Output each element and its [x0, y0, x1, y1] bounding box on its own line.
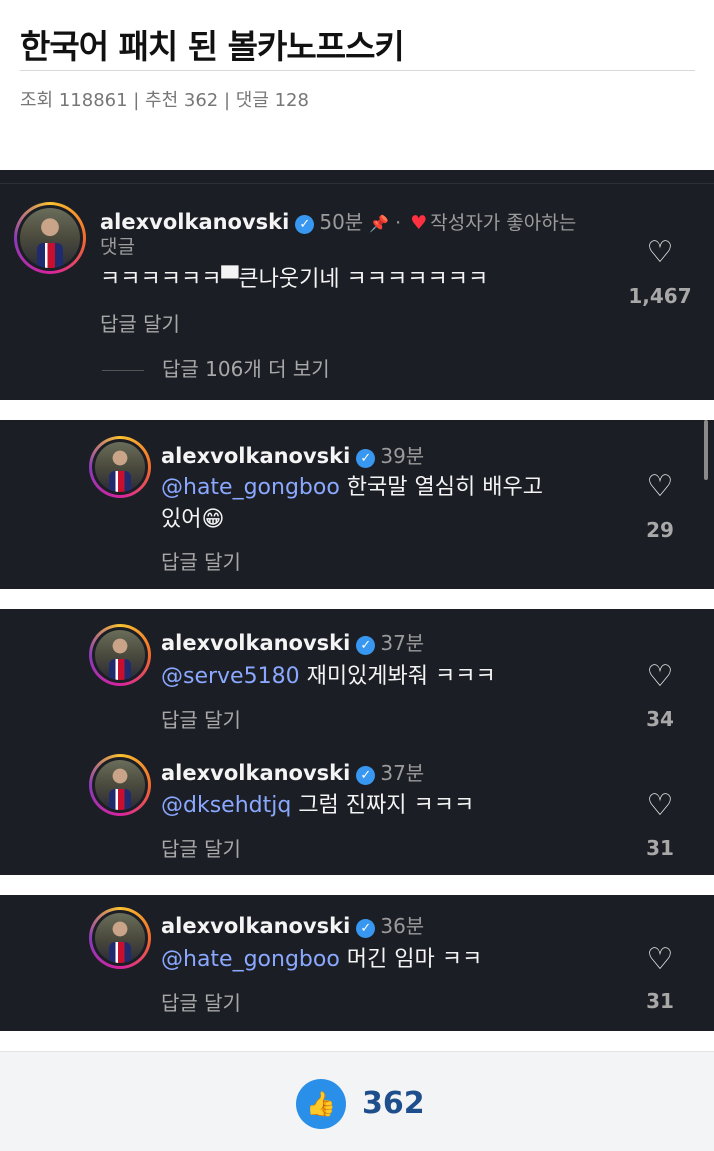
timestamp: 39분: [380, 444, 425, 468]
comment-screenshot-1: alexvolkanovski ✓ 50분 📌 · ♥ 작성자가 좋아하는 댓글 ㅋㅋㅋ…: [0, 170, 714, 400]
profile-photo: [95, 913, 145, 963]
avatar[interactable]: [89, 754, 151, 816]
comment-screenshot-2: alexvolkanovski ✓ 39분 @hate_gongboo 한국말 열심…: [0, 420, 714, 589]
username[interactable]: alexvolkanovski: [161, 914, 350, 938]
avatar[interactable]: [89, 624, 151, 686]
verified-badge-icon: ✓: [356, 766, 376, 785]
heart-outline-icon[interactable]: ♡: [640, 472, 680, 502]
liked-by-author-label-cont: 댓글: [100, 236, 135, 258]
comment-text: @serve5180 재미있게봐줘 ㅋㅋㅋ: [161, 661, 496, 693]
divider: [102, 370, 144, 371]
heart-outline-icon[interactable]: ♡: [640, 238, 680, 268]
like-count: 1,467: [628, 284, 692, 308]
comment-text: @hate_gongboo 한국말 열심히 배우고: [161, 472, 543, 504]
verified-badge-icon: ✓: [295, 215, 315, 234]
username[interactable]: alexvolkanovski: [161, 761, 350, 785]
comment-body: 한국말 열심히 배우고: [339, 475, 543, 500]
timestamp: 37분: [380, 631, 425, 655]
comment-body: 재미있게봐줘 ㅋㅋㅋ: [299, 664, 496, 689]
liked-by-author-heart-icon: ♥: [410, 212, 428, 234]
heart-outline-icon[interactable]: ♡: [640, 662, 680, 692]
timestamp: 50분: [319, 210, 364, 234]
username[interactable]: alexvolkanovski: [161, 631, 350, 655]
comment-body: 머긴 임마 ㅋㅋ: [339, 947, 483, 972]
post-title: 한국어 패치 된 볼카노프스키: [20, 27, 405, 66]
profile-photo: [95, 442, 145, 492]
heart-outline-icon[interactable]: ♡: [640, 791, 680, 821]
verified-badge-icon: ✓: [356, 449, 376, 468]
avatar[interactable]: [89, 436, 151, 498]
avatar[interactable]: [89, 907, 151, 969]
profile-photo: [95, 630, 145, 680]
avatar[interactable]: [14, 202, 86, 274]
title-divider: [20, 70, 695, 71]
reply-button[interactable]: 답글 달기: [161, 546, 241, 575]
comment-item: alexvolkanovski ✓ 50분 📌 · ♥ 작성자가 좋아하는 댓글 ㅋㅋㅋ…: [0, 170, 714, 400]
like-count: 29: [646, 518, 674, 542]
heart-outline-icon[interactable]: ♡: [640, 945, 680, 975]
verified-badge-icon: ✓: [356, 636, 376, 655]
comment-text-cont: 있어😁: [161, 507, 225, 532]
reply-item: alexvolkanovski ✓ 37분 @serve5180 재미있게봐줘 ㅋㅋ…: [0, 609, 714, 739]
timestamp: 37분: [380, 761, 425, 785]
comment-text: @dksehdtjq 그럼 진짜지 ㅋㅋㅋ: [161, 790, 474, 822]
pin-icon: 📌: [369, 214, 390, 233]
like-count: 31: [646, 836, 674, 860]
timestamp: 36분: [380, 914, 425, 938]
reply-item: alexvolkanovski ✓ 36분 @hate_gongboo 머긴 임마 …: [0, 895, 714, 1031]
reply-button[interactable]: 답글 달기: [161, 833, 241, 862]
reply-button[interactable]: 답글 달기: [100, 308, 180, 337]
comment-text: @hate_gongboo 머긴 임마 ㅋㅋ: [161, 944, 482, 976]
view-replies-button[interactable]: 답글 106개 더 보기: [102, 353, 330, 382]
comment-screenshot-3: alexvolkanovski ✓ 37분 @serve5180 재미있게봐줘 ㅋㅋ…: [0, 609, 714, 875]
username[interactable]: alexvolkanovski: [100, 210, 289, 234]
comment-text: ㅋㅋㅋㅋㅋㅋ▀큰나웃기네 ㅋㅋㅋㅋㅋㅋㅋ: [100, 267, 489, 292]
comment-header: alexvolkanovski ✓ 37분: [161, 627, 424, 656]
profile-photo: [20, 208, 80, 268]
mention-link[interactable]: @hate_gongboo: [161, 947, 340, 972]
comment-header: alexvolkanovski ✓ 39분: [161, 440, 424, 469]
verified-badge-icon: ✓: [356, 919, 376, 938]
view-replies-label: 답글 106개 더 보기: [162, 357, 330, 381]
like-count: 34: [646, 707, 674, 731]
comment-body: 그럼 진짜지 ㅋㅋㅋ: [291, 793, 475, 818]
mention-link[interactable]: @hate_gongboo: [161, 475, 340, 500]
reply-item: alexvolkanovski ✓ 39분 @hate_gongboo 한국말 열심…: [0, 420, 714, 589]
mention-link[interactable]: @dksehdtjq: [161, 793, 291, 818]
username[interactable]: alexvolkanovski: [161, 444, 350, 468]
comment-header: alexvolkanovski ✓ 50분 📌 · ♥ 작성자가 좋아하는: [100, 210, 577, 234]
recommend-bar: 👍 362: [0, 1051, 714, 1151]
comment-screenshot-4: alexvolkanovski ✓ 36분 @hate_gongboo 머긴 임마 …: [0, 895, 714, 1031]
thumbs-up-icon[interactable]: 👍: [296, 1079, 346, 1129]
reply-button[interactable]: 답글 달기: [161, 704, 241, 733]
mention-link[interactable]: @serve5180: [161, 664, 300, 689]
like-count: 31: [646, 989, 674, 1013]
post-meta: 조회 118861 | 추천 362 | 댓글 128: [20, 90, 309, 111]
profile-photo: [95, 760, 145, 810]
comment-header: alexvolkanovski ✓ 36분: [161, 910, 424, 939]
reply-button[interactable]: 답글 달기: [161, 987, 241, 1016]
liked-by-author-label: 작성자가 좋아하는: [430, 212, 577, 234]
recommend-count: 362: [362, 1086, 425, 1121]
comment-header: alexvolkanovski ✓ 37분: [161, 757, 424, 786]
reply-item: alexvolkanovski ✓ 37분 @dksehdtjq 그럼 진짜지 ㅋㅋ…: [0, 739, 714, 875]
